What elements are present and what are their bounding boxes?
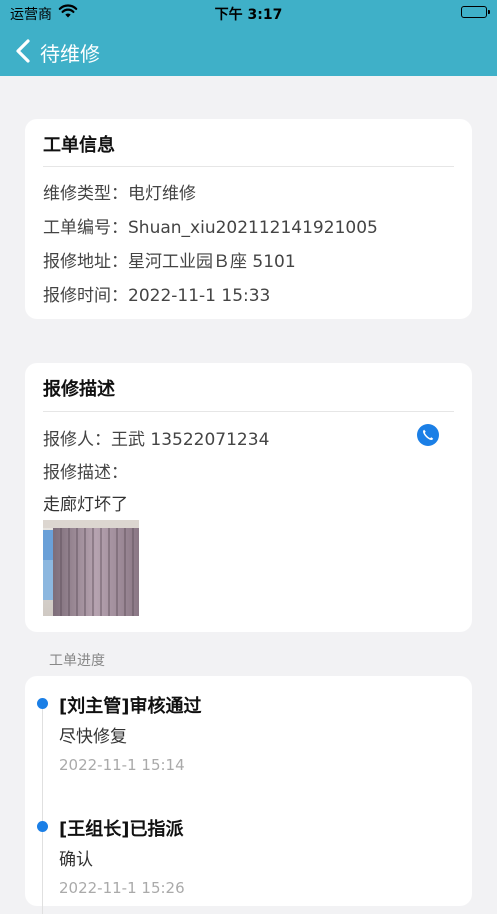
info-value: Shuan_xiu202112141921005 (128, 218, 378, 238)
info-value: 电灯维修 (128, 184, 196, 204)
info-value: 星河工业园Ｂ座 5101 (128, 252, 296, 272)
progress-item-title: [王组长]已指派 (59, 819, 184, 840)
timeline-dot (37, 698, 48, 709)
repair-photo[interactable] (43, 520, 139, 616)
divider (43, 411, 454, 412)
info-value: 2022-11-1 15:33 (128, 286, 271, 306)
description-label-row: 报修描述： (43, 458, 128, 483)
battery-icon (461, 6, 490, 18)
info-row-number: 工单编号：Shuan_xiu202112141921005 (43, 213, 378, 238)
status-bar: 运营商 下午 3:17 (0, 0, 497, 26)
phone-icon[interactable] (417, 424, 439, 446)
page-title: 待维修 (40, 42, 100, 66)
reporter-value: 王武 13522071234 (111, 430, 270, 450)
progress-item-time: 2022-11-1 15:26 (59, 879, 185, 897)
order-info-title: 工单信息 (43, 135, 115, 156)
description-text: 走廊灯坏了 (43, 495, 128, 515)
order-info-card: 工单信息 维修类型：电灯维修 工单编号：Shuan_xiu20211214192… (25, 119, 472, 319)
info-label: 报修地址： (43, 252, 128, 272)
navigation-bar: 待维修 (0, 26, 497, 76)
progress-item-message: 确认 (59, 850, 93, 870)
description-label: 报修描述： (43, 463, 128, 483)
progress-item-message: 尽快修复 (59, 727, 127, 747)
info-label: 报修时间： (43, 286, 128, 306)
info-label: 工单编号： (43, 218, 128, 238)
progress-item-title: [刘主管]审核通过 (59, 696, 202, 717)
back-arrow-icon[interactable] (12, 37, 36, 65)
info-row-time: 报修时间：2022-11-1 15:33 (43, 281, 270, 306)
timeline-dot (37, 821, 48, 832)
reporter-label: 报修人： (43, 430, 111, 450)
repair-description-card: 报修描述 报修人：王武 13522071234 报修描述： 走廊灯坏了 (25, 363, 472, 632)
info-row-type: 维修类型：电灯维修 (43, 179, 196, 204)
progress-section-label: 工单进度 (49, 653, 105, 669)
info-row-address: 报修地址：星河工业园Ｂ座 5101 (43, 247, 296, 272)
info-label: 维修类型： (43, 184, 128, 204)
reporter-row: 报修人：王武 13522071234 (43, 425, 269, 450)
divider (43, 166, 454, 167)
progress-item-time: 2022-11-1 15:14 (59, 756, 185, 774)
progress-timeline-card: [刘主管]审核通过 尽快修复 2022-11-1 15:14 [王组长]已指派 … (25, 676, 472, 914)
repair-description-title: 报修描述 (43, 379, 115, 400)
status-time: 下午 3:17 (214, 7, 283, 23)
